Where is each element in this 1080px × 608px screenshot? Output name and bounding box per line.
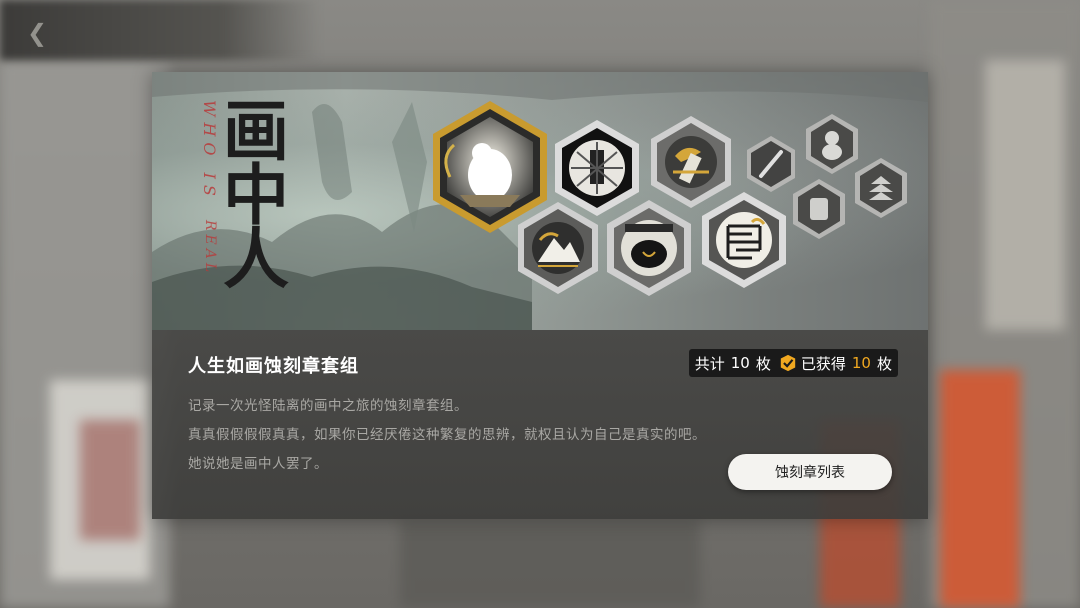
badge-black-beast[interactable] [607,200,691,296]
bg-banner-orange [940,370,1020,608]
set-title: 人生如画蚀刻章套组 [188,356,359,377]
total-count: 10 [730,354,750,372]
badge-large-white-beast[interactable] [433,101,547,233]
badge-mountain[interactable] [518,202,598,294]
badge-brush[interactable] [747,136,795,192]
count-pill: 共计 10 枚 已获得 10 枚 [688,349,898,377]
badge-scroll-gold[interactable] [651,116,731,208]
badge-small-seal[interactable] [793,179,845,239]
etching-set-card: 画中人 WHO IS REAL 人生如画蚀刻章套组 共计 10 枚 已获得 10… [152,72,928,519]
obtained-count: 10 [851,354,871,372]
badge-small-stack[interactable] [855,158,907,218]
description-line-3: 她说她是画中人罢了。 [188,456,328,472]
back-arrow-icon[interactable]: ❮ [22,18,52,48]
set-info-panel: 人生如画蚀刻章套组 共计 10 枚 已获得 10 枚 记录一次光怪陆离的画中之旅… [152,330,928,519]
badge-pillar[interactable] [555,120,639,216]
badge-collection [433,101,907,296]
bg-poster-left-art [80,420,140,540]
seal-icon [810,198,828,220]
total-label: 共计 [694,354,725,373]
etching-list-button[interactable]: 蚀刻章列表 [728,454,892,490]
badge-gourd[interactable] [806,114,858,174]
obtained-unit: 枚 [876,354,892,373]
fret-border [625,224,673,232]
description-line-1: 记录一次光怪陆离的画中之旅的蚀刻章套组。 [188,398,468,414]
set-banner: 画中人 WHO IS REAL [152,72,928,330]
total-unit: 枚 [755,354,771,373]
obtained-check-icon [780,354,796,372]
bg-shelf-right [985,60,1065,330]
obtained-label: 已获得 [800,354,846,373]
black-beast-icon [631,240,667,268]
badge-maze-seal[interactable] [702,192,786,288]
bg-floor [400,520,700,608]
description-line-2: 真真假假假假真真，如果你已经厌倦这种繁复的思辨，就权且认为自己是真实的吧。 [188,427,706,443]
